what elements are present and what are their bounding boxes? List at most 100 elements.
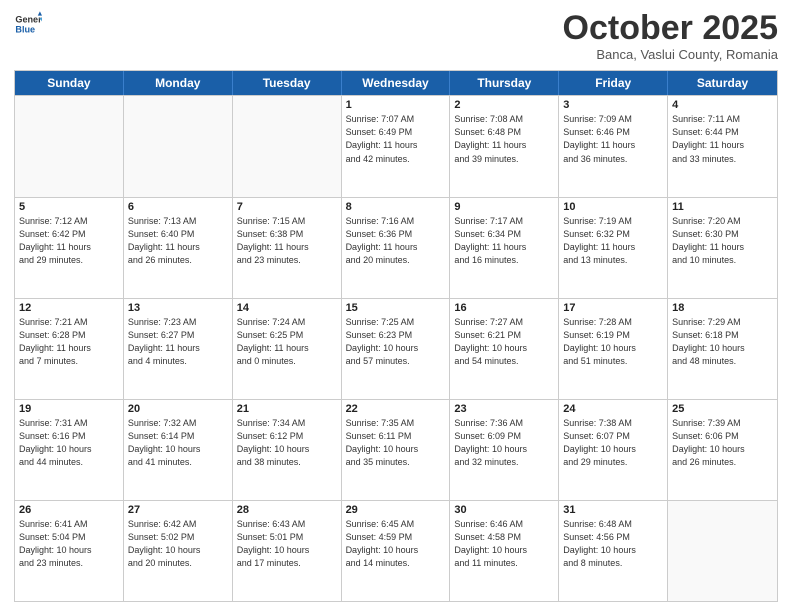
calendar-cell-5-3: 28 Sunrise: 6:43 AM Sunset: 5:01 PM Dayli… (233, 501, 342, 601)
calendar-cell-4-5: 23 Sunrise: 7:36 AM Sunset: 6:09 PM Dayli… (450, 400, 559, 500)
day-number: 15 (346, 302, 446, 314)
calendar-row-5: 26 Sunrise: 6:41 AM Sunset: 5:04 PM Dayli… (15, 500, 777, 601)
header-day-saturday: Saturday (668, 71, 777, 95)
cell-info: Sunrise: 7:32 AM Sunset: 6:14 PM Dayligh… (128, 417, 228, 469)
day-number: 19 (19, 403, 119, 415)
cell-info: Sunrise: 6:42 AM Sunset: 5:02 PM Dayligh… (128, 518, 228, 570)
calendar-cell-3-4: 15Sunrise: 7:25 AM Sunset: 6:23 PM Dayli… (342, 299, 451, 399)
calendar-cell-3-2: 13Sunrise: 7:23 AM Sunset: 6:27 PM Dayli… (124, 299, 233, 399)
day-number: 31 (563, 504, 663, 516)
day-number: 18 (672, 302, 773, 314)
day-number: 24 (563, 403, 663, 415)
calendar-cell-3-6: 17Sunrise: 7:28 AM Sunset: 6:19 PM Dayli… (559, 299, 668, 399)
day-number: 6 (128, 201, 228, 213)
calendar-cell-2-6: 10Sunrise: 7:19 AM Sunset: 6:32 PM Dayli… (559, 198, 668, 298)
calendar-cell-3-5: 16 Sunrise: 7:27 AM Sunset: 6:21 PM Dayli… (450, 299, 559, 399)
day-number: 27 (128, 504, 228, 516)
day-number: 28 (237, 504, 337, 516)
day-number: 16 (454, 302, 554, 314)
cell-info: Sunrise: 6:43 AM Sunset: 5:01 PM Dayligh… (237, 518, 337, 570)
cell-info: Sunrise: 6:46 AM Sunset: 4:58 PM Dayligh… (454, 518, 554, 570)
cell-info: Sunrise: 7:13 AM Sunset: 6:40 PM Dayligh… (128, 215, 228, 267)
calendar-row-1: 1 Sunrise: 7:07 AM Sunset: 6:49 PM Daylig… (15, 95, 777, 196)
day-number: 14 (237, 302, 337, 314)
calendar-cell-4-4: 22Sunrise: 7:35 AM Sunset: 6:11 PM Dayli… (342, 400, 451, 500)
day-number: 1 (346, 99, 446, 111)
month-title: October 2025 (563, 10, 778, 47)
cell-info: Sunrise: 7:39 AM Sunset: 6:06 PM Dayligh… (672, 417, 773, 469)
header-day-monday: Monday (124, 71, 233, 95)
cell-info: Sunrise: 7:38 AM Sunset: 6:07 PM Dayligh… (563, 417, 663, 469)
calendar-cell-5-1: 26 Sunrise: 6:41 AM Sunset: 5:04 PM Dayli… (15, 501, 124, 601)
day-number: 12 (19, 302, 119, 314)
calendar-cell-5-5: 30 Sunrise: 6:46 AM Sunset: 4:58 PM Dayli… (450, 501, 559, 601)
calendar-row-3: 12 Sunrise: 7:21 AM Sunset: 6:28 PM Dayli… (15, 298, 777, 399)
calendar-cell-5-2: 27 Sunrise: 6:42 AM Sunset: 5:02 PM Dayli… (124, 501, 233, 601)
cell-info: Sunrise: 6:41 AM Sunset: 5:04 PM Dayligh… (19, 518, 119, 570)
day-number: 30 (454, 504, 554, 516)
header-day-thursday: Thursday (450, 71, 559, 95)
cell-info: Sunrise: 7:15 AM Sunset: 6:38 PM Dayligh… (237, 215, 337, 267)
calendar-cell-4-6: 24 Sunrise: 7:38 AM Sunset: 6:07 PM Dayli… (559, 400, 668, 500)
calendar-cell-2-7: 11Sunrise: 7:20 AM Sunset: 6:30 PM Dayli… (668, 198, 777, 298)
day-number: 21 (237, 403, 337, 415)
calendar-cell-3-1: 12 Sunrise: 7:21 AM Sunset: 6:28 PM Dayli… (15, 299, 124, 399)
calendar-cell-3-7: 18 Sunrise: 7:29 AM Sunset: 6:18 PM Dayli… (668, 299, 777, 399)
header-day-tuesday: Tuesday (233, 71, 342, 95)
cell-info: Sunrise: 7:34 AM Sunset: 6:12 PM Dayligh… (237, 417, 337, 469)
cell-info: Sunrise: 7:16 AM Sunset: 6:36 PM Dayligh… (346, 215, 446, 267)
cell-info: Sunrise: 7:11 AM Sunset: 6:44 PM Dayligh… (672, 113, 773, 165)
calendar-cell-2-2: 6 Sunrise: 7:13 AM Sunset: 6:40 PM Daylig… (124, 198, 233, 298)
day-number: 11 (672, 201, 773, 213)
day-number: 29 (346, 504, 446, 516)
calendar-cell-5-4: 29Sunrise: 6:45 AM Sunset: 4:59 PM Dayli… (342, 501, 451, 601)
header-day-friday: Friday (559, 71, 668, 95)
cell-info: Sunrise: 7:31 AM Sunset: 6:16 PM Dayligh… (19, 417, 119, 469)
location-subtitle: Banca, Vaslui County, Romania (563, 47, 778, 62)
calendar-cell-1-6: 3Sunrise: 7:09 AM Sunset: 6:46 PM Daylig… (559, 96, 668, 196)
page: General Blue October 2025 Banca, Vaslui … (0, 0, 792, 612)
calendar-row-2: 5Sunrise: 7:12 AM Sunset: 6:42 PM Daylig… (15, 197, 777, 298)
day-number: 26 (19, 504, 119, 516)
svg-text:General: General (15, 15, 42, 25)
calendar: SundayMondayTuesdayWednesdayThursdayFrid… (14, 70, 778, 602)
calendar-cell-2-4: 8 Sunrise: 7:16 AM Sunset: 6:36 PM Daylig… (342, 198, 451, 298)
day-number: 20 (128, 403, 228, 415)
calendar-cell-5-6: 31Sunrise: 6:48 AM Sunset: 4:56 PM Dayli… (559, 501, 668, 601)
day-number: 5 (19, 201, 119, 213)
calendar-cell-1-2 (124, 96, 233, 196)
day-number: 25 (672, 403, 773, 415)
calendar-cell-1-4: 1 Sunrise: 7:07 AM Sunset: 6:49 PM Daylig… (342, 96, 451, 196)
calendar-header: SundayMondayTuesdayWednesdayThursdayFrid… (15, 71, 777, 95)
calendar-cell-4-1: 19 Sunrise: 7:31 AM Sunset: 6:16 PM Dayli… (15, 400, 124, 500)
calendar-cell-1-7: 4 Sunrise: 7:11 AM Sunset: 6:44 PM Daylig… (668, 96, 777, 196)
day-number: 2 (454, 99, 554, 111)
day-number: 17 (563, 302, 663, 314)
day-number: 3 (563, 99, 663, 111)
day-number: 7 (237, 201, 337, 213)
calendar-body: 1 Sunrise: 7:07 AM Sunset: 6:49 PM Daylig… (15, 95, 777, 601)
cell-info: Sunrise: 7:21 AM Sunset: 6:28 PM Dayligh… (19, 316, 119, 368)
day-number: 4 (672, 99, 773, 111)
calendar-cell-2-3: 7 Sunrise: 7:15 AM Sunset: 6:38 PM Daylig… (233, 198, 342, 298)
cell-info: Sunrise: 7:29 AM Sunset: 6:18 PM Dayligh… (672, 316, 773, 368)
title-area: October 2025 Banca, Vaslui County, Roman… (563, 10, 778, 62)
cell-info: Sunrise: 7:07 AM Sunset: 6:49 PM Dayligh… (346, 113, 446, 165)
cell-info: Sunrise: 7:17 AM Sunset: 6:34 PM Dayligh… (454, 215, 554, 267)
cell-info: Sunrise: 7:36 AM Sunset: 6:09 PM Dayligh… (454, 417, 554, 469)
day-number: 9 (454, 201, 554, 213)
logo: General Blue (14, 10, 42, 38)
header-day-sunday: Sunday (15, 71, 124, 95)
calendar-cell-1-1 (15, 96, 124, 196)
calendar-cell-5-7 (668, 501, 777, 601)
cell-info: Sunrise: 7:27 AM Sunset: 6:21 PM Dayligh… (454, 316, 554, 368)
calendar-cell-4-7: 25 Sunrise: 7:39 AM Sunset: 6:06 PM Dayli… (668, 400, 777, 500)
day-number: 8 (346, 201, 446, 213)
calendar-cell-4-3: 21 Sunrise: 7:34 AM Sunset: 6:12 PM Dayli… (233, 400, 342, 500)
calendar-cell-4-2: 20 Sunrise: 7:32 AM Sunset: 6:14 PM Dayli… (124, 400, 233, 500)
cell-info: Sunrise: 7:08 AM Sunset: 6:48 PM Dayligh… (454, 113, 554, 165)
day-number: 23 (454, 403, 554, 415)
header: General Blue October 2025 Banca, Vaslui … (14, 10, 778, 62)
day-number: 10 (563, 201, 663, 213)
calendar-cell-3-3: 14Sunrise: 7:24 AM Sunset: 6:25 PM Dayli… (233, 299, 342, 399)
